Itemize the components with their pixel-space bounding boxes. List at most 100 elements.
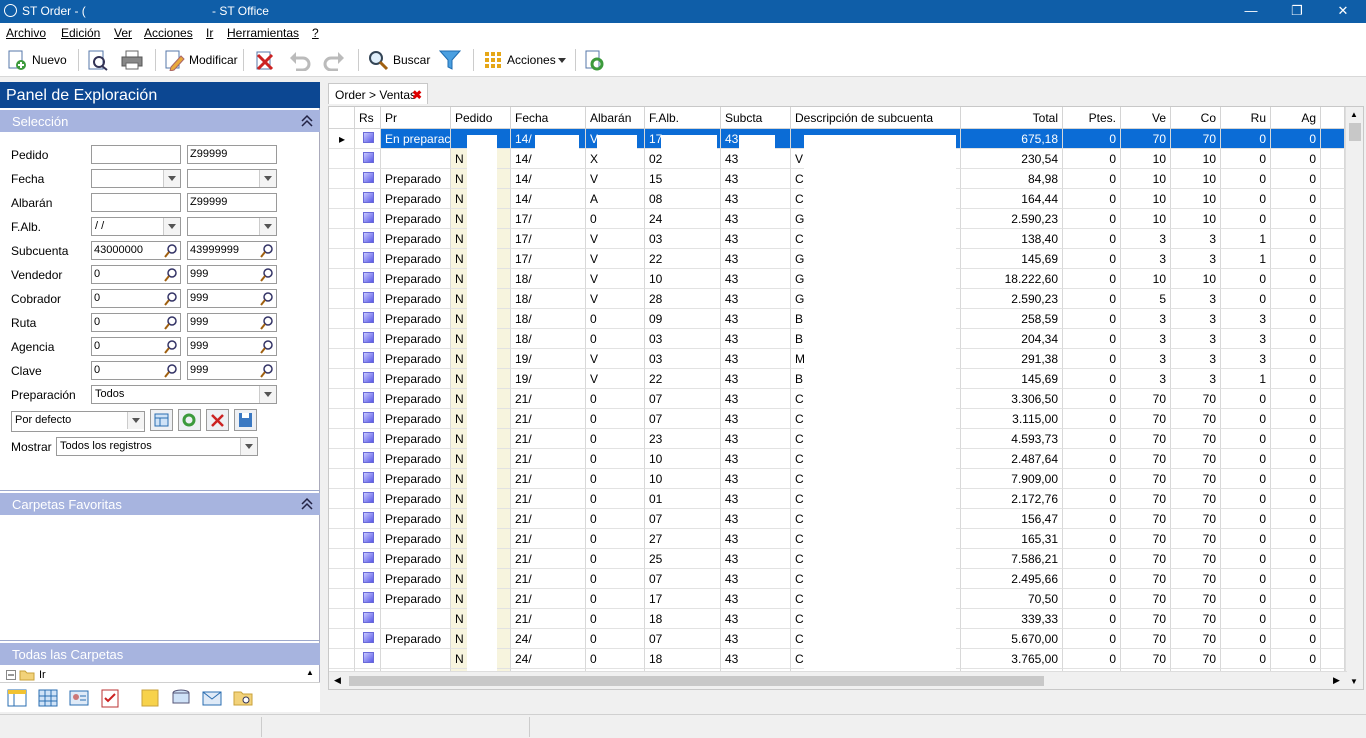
column-header-falb[interactable]: F.Alb. (645, 107, 721, 129)
column-header-albaran[interactable]: Albarán (586, 107, 645, 129)
nuevo-button[interactable]: Nuevo (6, 47, 67, 73)
vertical-scrollbar[interactable]: ▲ ▼ (1345, 107, 1363, 689)
lookup-icon[interactable] (164, 339, 179, 354)
column-header-ve[interactable]: Ve (1121, 107, 1171, 129)
filter-button[interactable] (438, 47, 462, 73)
lookup-icon[interactable] (260, 363, 275, 378)
chevron-down-icon[interactable] (259, 170, 276, 187)
mail-icon[interactable] (201, 687, 223, 709)
view-preset-select[interactable]: Por defecto (11, 411, 145, 432)
cobrador-to-input[interactable]: 999 (187, 289, 277, 308)
collapse-up-icon[interactable] (300, 113, 314, 127)
pedido-from-input[interactable] (91, 145, 181, 164)
menu-ver[interactable]: Ver (114, 26, 132, 40)
vendedor-from-input[interactable]: 0 (91, 265, 181, 284)
subcuenta-from-input[interactable]: 43000000 (91, 241, 181, 260)
todas-carpetas-header[interactable]: Todas las Carpetas (0, 643, 320, 665)
delete-button[interactable] (253, 47, 277, 73)
close-button[interactable]: ✕ (1320, 0, 1366, 23)
column-header-pr[interactable]: Pr (381, 107, 451, 129)
lookup-icon[interactable] (260, 315, 275, 330)
collapse-up-icon[interactable] (300, 496, 314, 510)
carpetas-favoritas-header[interactable]: Carpetas Favoritas (0, 493, 320, 515)
lookup-icon[interactable] (164, 267, 179, 282)
lookup-icon[interactable] (260, 243, 275, 258)
minimize-button[interactable]: — (1228, 0, 1274, 23)
redo-button[interactable] (322, 47, 346, 73)
pedido-to-input[interactable]: Z99999 (187, 145, 277, 164)
horizontal-scrollbar[interactable]: ◀ ▶ (329, 671, 1347, 689)
modificar-button[interactable]: Modificar (163, 47, 238, 73)
ruta-from-input[interactable]: 0 (91, 313, 181, 332)
refresh-button[interactable] (178, 409, 201, 431)
print-button[interactable] (120, 47, 144, 73)
collapse-minus-icon[interactable] (6, 670, 16, 680)
column-header-pedido[interactable]: Pedido (451, 107, 511, 129)
contact-card-icon[interactable] (68, 687, 90, 709)
lookup-icon[interactable] (260, 267, 275, 282)
menu-ir[interactable]: Ir (206, 26, 213, 40)
subcuenta-to-input[interactable]: 43999999 (187, 241, 277, 260)
save-button[interactable] (234, 409, 257, 431)
close-tab-icon[interactable]: ✖ (412, 88, 422, 102)
menu-herramientas[interactable]: Herramientas (227, 26, 299, 40)
vendedor-to-input[interactable]: 999 (187, 265, 277, 284)
column-header-co[interactable]: Co (1171, 107, 1221, 129)
folder-search-icon[interactable] (232, 687, 254, 709)
chevron-down-icon[interactable] (259, 386, 276, 403)
scroll-left-arrow[interactable]: ◀ (334, 675, 341, 686)
preparacion-select[interactable]: Todos (91, 385, 277, 404)
agencia-to-input[interactable]: 999 (187, 337, 277, 356)
checklist-icon[interactable] (99, 687, 121, 709)
column-header-subcta[interactable]: Subcta (721, 107, 791, 129)
menu-acciones[interactable]: Acciones (144, 26, 193, 40)
table-view-icon[interactable] (6, 687, 28, 709)
column-header-ptes[interactable]: Ptes. (1063, 107, 1121, 129)
fecha-from-date[interactable] (91, 169, 181, 188)
scroll-right-arrow[interactable]: ▶ (1333, 675, 1340, 686)
falb-from-date[interactable]: / / (91, 217, 181, 236)
tree-scroll-up[interactable]: ▲ (303, 668, 317, 682)
sticky-note-icon[interactable] (139, 687, 161, 709)
lookup-icon[interactable] (164, 291, 179, 306)
acciones-button[interactable]: Acciones (483, 47, 568, 73)
scroll-down-arrow[interactable]: ▼ (1350, 677, 1358, 686)
tab-order-ventas[interactable]: Order > Ventas ✖ (328, 83, 428, 104)
lookup-icon[interactable] (164, 243, 179, 258)
chevron-down-icon[interactable] (163, 218, 180, 235)
chevron-down-icon[interactable] (259, 218, 276, 235)
lookup-icon[interactable] (164, 315, 179, 330)
clave-from-input[interactable]: 0 (91, 361, 181, 380)
column-header-ag[interactable]: Ag (1271, 107, 1321, 129)
menu-help[interactable]: ? (312, 26, 319, 40)
column-header-descripcion[interactable]: Descripción de subcuenta (791, 107, 961, 129)
buscar-button[interactable]: Buscar (367, 47, 430, 73)
menu-archivo[interactable]: Archivo (6, 26, 46, 40)
preview-button[interactable] (86, 47, 110, 73)
lookup-icon[interactable] (260, 339, 275, 354)
lookup-icon[interactable] (260, 291, 275, 306)
fecha-to-date[interactable] (187, 169, 277, 188)
undo-button[interactable] (288, 47, 312, 73)
mostrar-select[interactable]: Todos los registros (56, 437, 258, 456)
clave-to-input[interactable]: 999 (187, 361, 277, 380)
albaran-to-input[interactable]: Z99999 (187, 193, 277, 212)
tree-item-ir[interactable]: Ir (6, 668, 46, 682)
spreadsheet-icon[interactable] (37, 687, 59, 709)
chevron-down-icon[interactable] (163, 170, 180, 187)
seleccion-header[interactable]: Selección (0, 110, 320, 132)
lookup-icon[interactable] (164, 363, 179, 378)
column-header-rs[interactable]: Rs (355, 107, 381, 129)
scroll-thumb[interactable] (1349, 123, 1361, 141)
column-header-total[interactable]: Total (961, 107, 1063, 129)
maximize-button[interactable]: ❐ (1274, 0, 1320, 23)
ruta-to-input[interactable]: 999 (187, 313, 277, 332)
falb-to-date[interactable] (187, 217, 277, 236)
chevron-down-icon[interactable] (240, 438, 257, 455)
cobrador-from-input[interactable]: 0 (91, 289, 181, 308)
chevron-down-icon[interactable] (127, 412, 144, 429)
clear-button[interactable] (206, 409, 229, 431)
storage-icon[interactable] (170, 687, 192, 709)
column-header-ru[interactable]: Ru (1221, 107, 1271, 129)
agencia-from-input[interactable]: 0 (91, 337, 181, 356)
